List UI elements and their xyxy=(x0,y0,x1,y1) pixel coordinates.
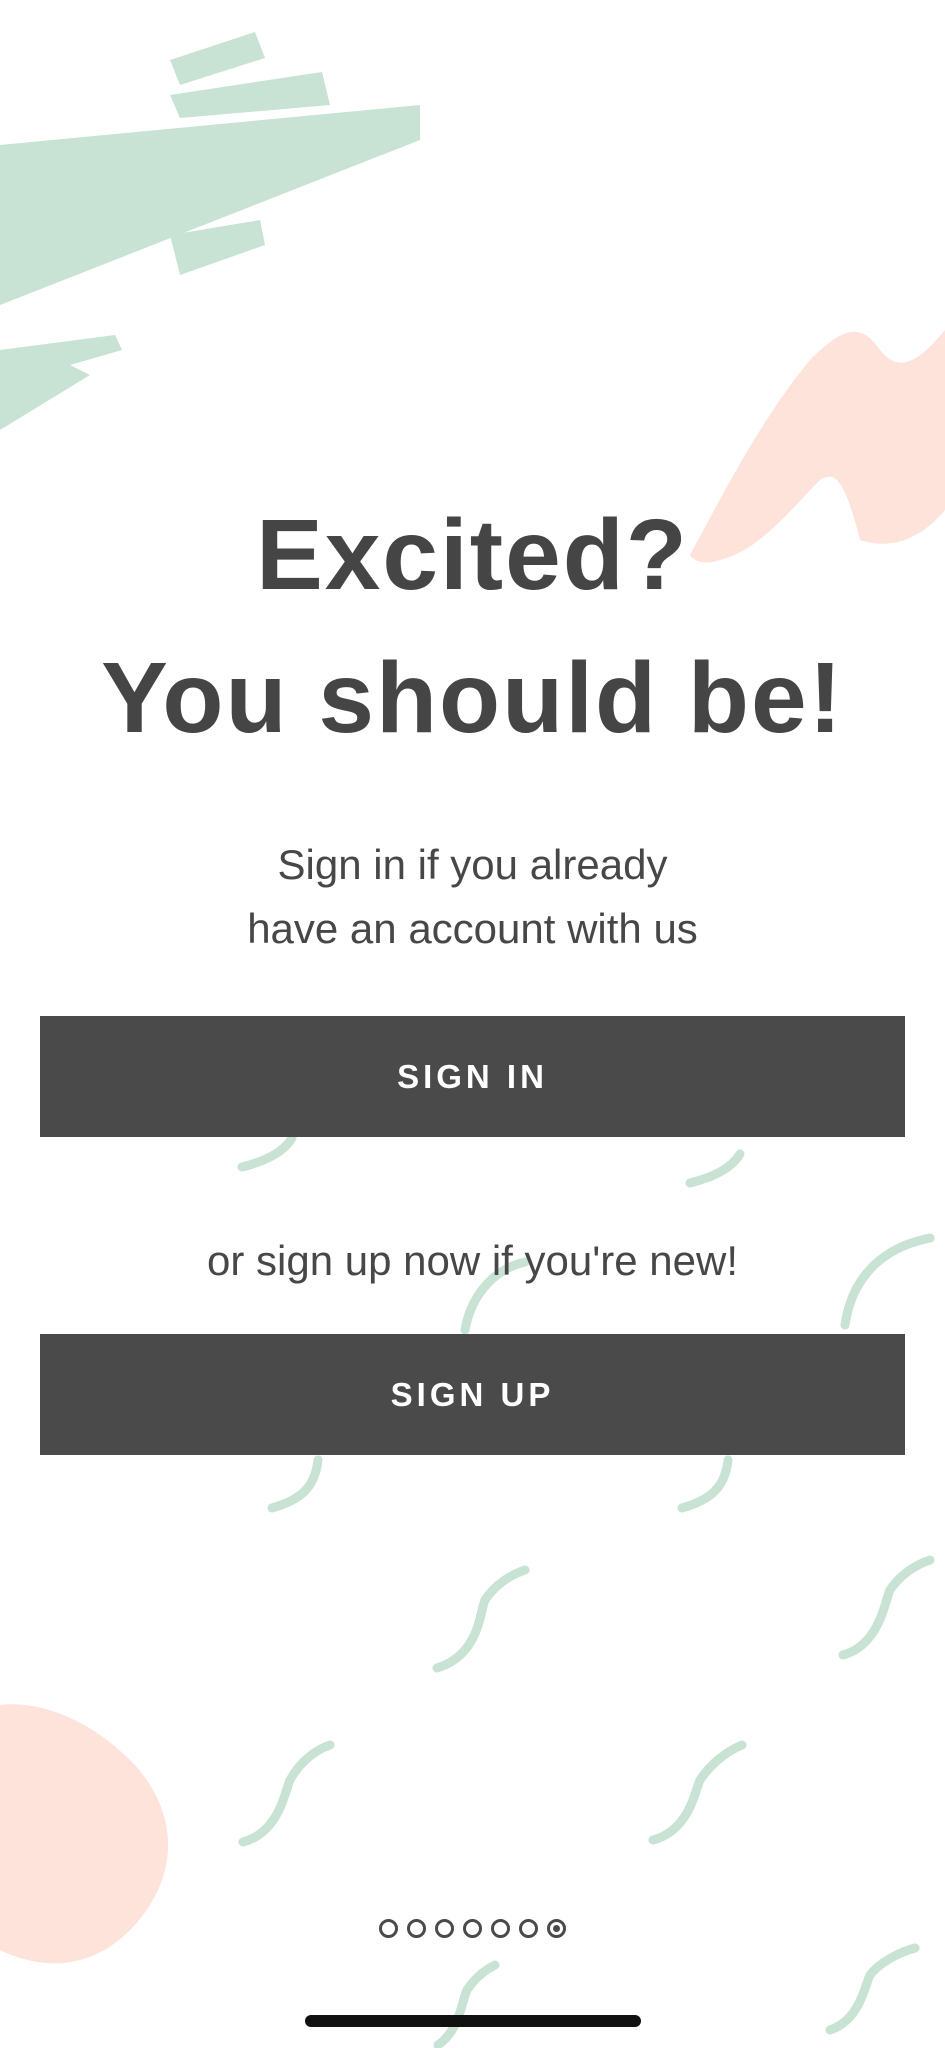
sign-in-button[interactable]: SIGN IN xyxy=(40,1016,905,1137)
page-dot-5[interactable] xyxy=(491,1919,510,1938)
page-dot-3[interactable] xyxy=(435,1919,454,1938)
headline-line-1: Excited? xyxy=(256,499,689,611)
signin-prompt: Sign in if you already have an account w… xyxy=(0,833,945,961)
home-indicator xyxy=(305,2015,641,2027)
page-dot-4[interactable] xyxy=(463,1919,482,1938)
page-indicator xyxy=(0,1919,945,1938)
mint-paint-shape xyxy=(0,32,420,430)
signin-prompt-line-2: have an account with us xyxy=(247,905,698,952)
signup-prompt: or sign up now if you're new! xyxy=(207,1237,738,1284)
page-dot-2[interactable] xyxy=(407,1919,426,1938)
sign-up-button[interactable]: SIGN UP xyxy=(40,1334,905,1455)
page-dot-6[interactable] xyxy=(519,1919,538,1938)
signin-prompt-line-1: Sign in if you already xyxy=(277,841,668,888)
page-dot-7[interactable] xyxy=(547,1919,566,1938)
page-dot-1[interactable] xyxy=(379,1919,398,1938)
headline-line-2: You should be! xyxy=(101,642,844,754)
